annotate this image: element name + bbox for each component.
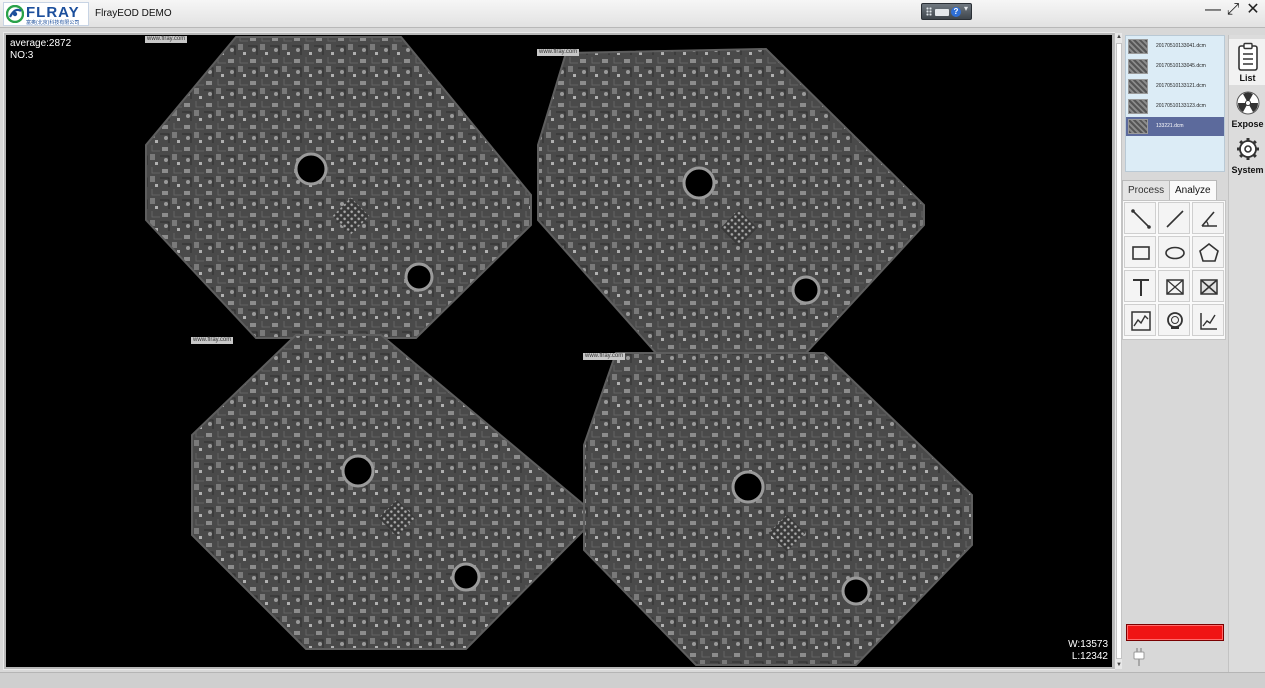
flray-logo: FLRAY 富奥(北京)科技有限公司 (3, 2, 89, 26)
rectangle-tool[interactable] (1124, 236, 1156, 268)
file-list-item[interactable]: 20170510133041.dcm (1126, 37, 1224, 56)
xray-image (145, 36, 973, 666)
watermark: www.flray.com (191, 337, 234, 344)
window-width-readout: W:13573 (1068, 639, 1108, 650)
crossed-box-filled-icon (1200, 279, 1218, 295)
tab-process[interactable]: Process (1122, 180, 1171, 200)
file-list-item[interactable]: 20170510133123.dcm (1126, 97, 1224, 116)
watermark: www.flray.com (145, 36, 188, 43)
keyboard-icon[interactable] (935, 9, 949, 16)
average-readout: average:2872 (10, 38, 72, 49)
system-button[interactable]: System (1229, 131, 1265, 177)
magnifier-icon (1167, 312, 1183, 329)
pcb-board-1 (145, 36, 532, 339)
pentagon-icon (1199, 242, 1219, 262)
close-button[interactable]: ✕ (1244, 2, 1262, 20)
text-tool[interactable] (1124, 270, 1156, 302)
histogram-tool[interactable] (1192, 304, 1224, 336)
file-name: 20170510133041.dcm (1156, 43, 1206, 49)
app-title: FlrayEOD DEMO (95, 8, 172, 19)
title-bar: FLRAY 富奥(北京)科技有限公司 FlrayEOD DEMO ? ▾ — ⤢… (0, 0, 1265, 28)
crossed-box-filled-tool[interactable] (1192, 270, 1224, 302)
file-thumbnail (1128, 39, 1148, 54)
watermark: www.flray.com (583, 353, 626, 360)
line-measure-icon (1131, 209, 1151, 229)
list-button[interactable]: List (1229, 39, 1265, 85)
vertical-scrollbar[interactable]: ▲ ▼ (1114, 33, 1122, 669)
scroll-down-arrow[interactable]: ▼ (1115, 661, 1123, 669)
ellipse-icon (1165, 246, 1185, 260)
watermark: www.flray.com (537, 49, 580, 56)
angle-icon (1201, 211, 1217, 227)
polygon-tool[interactable] (1192, 236, 1224, 268)
rectangle-icon (1132, 246, 1150, 260)
profile-chart-icon (1131, 311, 1151, 331)
minimize-button[interactable]: — (1204, 2, 1222, 20)
plug-icon (1133, 648, 1145, 666)
tab-analyze[interactable]: Analyze (1169, 180, 1217, 200)
restore-button[interactable]: ⤢ (1224, 2, 1242, 20)
list-label: List (1239, 73, 1256, 83)
radiation-icon (1236, 91, 1260, 115)
file-name: 20170510133123.dcm (1156, 103, 1206, 109)
file-name: 20170510133121.dcm (1156, 83, 1206, 89)
line-tool[interactable] (1158, 202, 1190, 234)
file-list[interactable]: 20170510133041.dcm 20170510133045.dcm 20… (1125, 35, 1225, 172)
magnifier-tool[interactable] (1158, 304, 1190, 336)
scroll-up-arrow[interactable]: ▲ (1115, 33, 1123, 41)
crossed-box-icon (1166, 279, 1184, 295)
toolbar-widget[interactable]: ? ▾ (921, 3, 972, 20)
help-icon[interactable]: ? (951, 7, 961, 17)
file-thumbnail (1128, 59, 1148, 74)
chevron-down-icon[interactable]: ▾ (964, 5, 968, 13)
ellipse-tool[interactable] (1158, 236, 1190, 268)
pcb-board-3 (191, 334, 585, 650)
expose-button[interactable]: Expose (1229, 85, 1265, 131)
pcb-board-4 (583, 352, 973, 666)
line-measure-tool[interactable] (1124, 202, 1156, 234)
file-thumbnail (1128, 99, 1148, 114)
side-toolbar: List Expose System (1228, 35, 1265, 687)
system-label: System (1231, 165, 1264, 175)
crossed-box-tool[interactable] (1158, 270, 1190, 302)
histogram-icon (1200, 313, 1217, 330)
frame-number-readout: NO:3 (10, 50, 34, 61)
file-name: 133221.dcm (1156, 123, 1184, 129)
analyze-tool-grid (1122, 200, 1226, 340)
pcb-board-2 (537, 47, 925, 354)
gear-icon (1237, 138, 1259, 160)
status-indicator-bar (1126, 624, 1224, 641)
status-bar (0, 672, 1265, 688)
scrollbar-thumb[interactable] (1116, 43, 1122, 659)
file-thumbnail (1128, 79, 1148, 94)
file-list-item-selected[interactable]: 133221.dcm (1126, 117, 1224, 136)
xray-image-viewport[interactable]: average:2872 NO:3 W:13573 L:12342 www.fl… (3, 32, 1115, 670)
line-icon (1166, 210, 1184, 228)
file-thumbnail (1128, 119, 1148, 134)
angle-tool[interactable] (1192, 202, 1224, 234)
text-icon (1133, 279, 1149, 296)
grip-icon (926, 7, 932, 16)
profile-tool[interactable] (1124, 304, 1156, 336)
clipboard-list-icon (1238, 42, 1258, 71)
window-level-readout: L:12342 (1071, 651, 1108, 662)
flray-logo-icon (6, 5, 24, 23)
file-name: 20170510133045.dcm (1156, 63, 1206, 69)
expose-label: Expose (1231, 119, 1264, 129)
logo-subtitle: 富奥(北京)科技有限公司 (26, 20, 80, 26)
file-list-item[interactable]: 20170510133121.dcm (1126, 77, 1224, 96)
file-list-item[interactable]: 20170510133045.dcm (1126, 57, 1224, 76)
